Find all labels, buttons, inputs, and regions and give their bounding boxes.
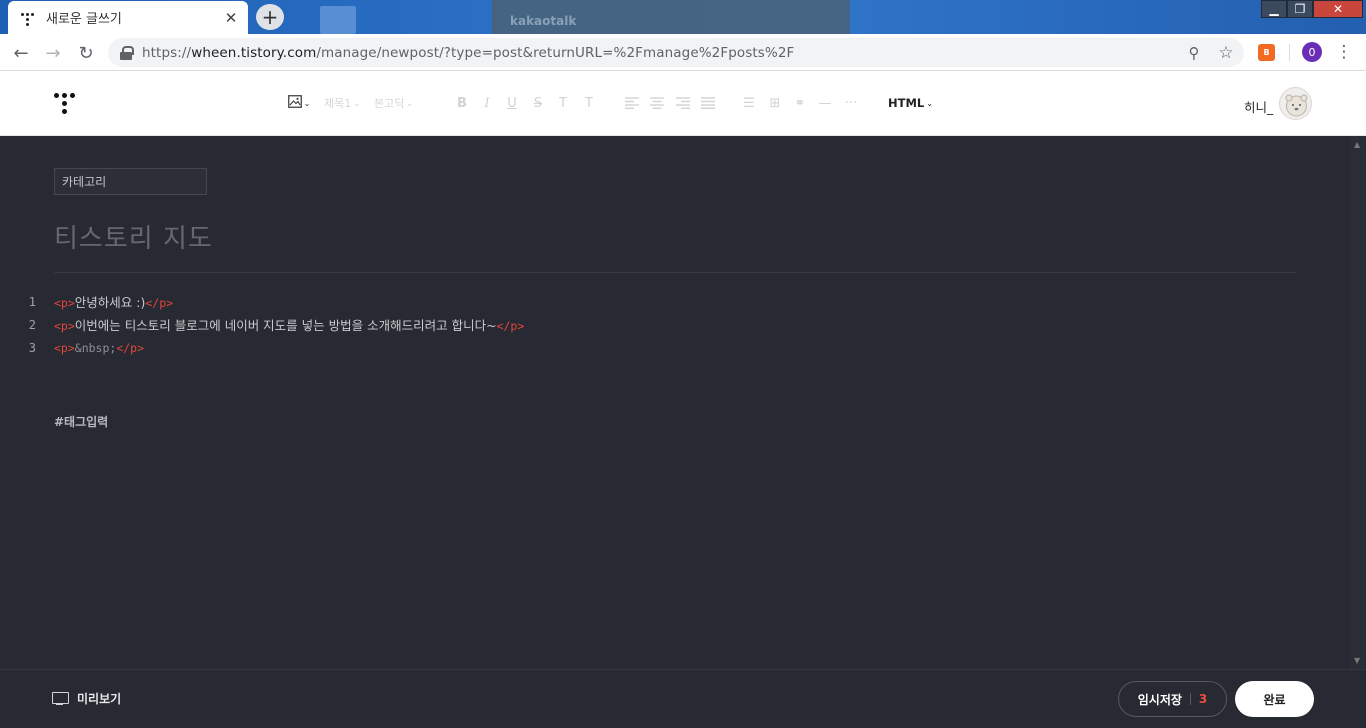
user-avatar[interactable]: [1279, 87, 1312, 120]
category-select[interactable]: 카테고리: [54, 168, 207, 195]
editor-header: ⌄ 제목1 ⌄ 본고딕 ⌄ B I U S T T ☰ ⊞ ⚭ — ··· HTML…: [0, 71, 1366, 136]
align-left-button[interactable]: [624, 92, 640, 114]
zoom-icon[interactable]: ⚲: [1183, 42, 1205, 64]
back-button[interactable]: ←: [8, 40, 34, 66]
text-color-button[interactable]: T: [556, 92, 570, 114]
code-text[interactable]: <p>이번에는 티스토리 블로그에 네이버 지도를 넣는 방법을 소개해드리려고…: [54, 315, 524, 334]
table-button[interactable]: ⊞: [767, 92, 783, 114]
window-maximize-button[interactable]: ❐: [1287, 0, 1313, 18]
save-draft-button[interactable]: 임시저장 3: [1118, 681, 1227, 717]
url-path: /manage/newpost/?type=post&returnURL=%2F…: [316, 44, 795, 61]
italic-button[interactable]: I: [480, 92, 494, 114]
scroll-up-icon[interactable]: ▲: [1354, 140, 1360, 149]
editor-scrollbar[interactable]: ▲ ▼: [1350, 136, 1366, 669]
url-host: wheen.tistory.com: [191, 44, 317, 61]
toolbar-divider: [1289, 44, 1290, 61]
align-center-icon: [650, 97, 664, 109]
profile-avatar[interactable]: 0: [1302, 42, 1322, 62]
tistory-favicon-icon: [20, 10, 36, 26]
save-draft-label: 임시저장: [1137, 692, 1182, 707]
heading-select[interactable]: 제목1 ⌄: [324, 92, 360, 114]
new-tab-button[interactable]: +: [256, 4, 284, 30]
lock-icon[interactable]: [120, 45, 134, 60]
tab-close-icon[interactable]: ✕: [220, 7, 242, 29]
html-code-editor[interactable]: 1 <p>안녕하세요 :)</p> 2 <p>이번에는 티스토리 블로그에 네이…: [0, 290, 1300, 359]
align-left-icon: [625, 97, 639, 109]
divider-button[interactable]: —: [817, 92, 833, 114]
preview-label: 미리보기: [77, 692, 122, 706]
publish-done-button[interactable]: 완료: [1235, 681, 1314, 717]
scroll-down-icon[interactable]: ▼: [1354, 656, 1360, 665]
title-divider: [54, 272, 1296, 273]
strikethrough-button[interactable]: S: [531, 92, 545, 114]
reload-button[interactable]: ↻: [73, 40, 99, 66]
align-justify-button[interactable]: [700, 92, 716, 114]
font-select[interactable]: 본고딕 ⌄: [374, 92, 413, 114]
more-options-button[interactable]: ···: [842, 92, 860, 114]
code-line[interactable]: 3 <p>&nbsp;</p>: [0, 336, 1300, 359]
bold-button[interactable]: B: [455, 92, 469, 114]
editor-mode-select[interactable]: HTML ⌄: [888, 92, 933, 114]
url-text[interactable]: https://wheen.tistory.com/manage/newpost…: [142, 45, 794, 61]
extension-icon[interactable]: B: [1258, 44, 1275, 61]
post-title-input[interactable]: 티스토리 지도: [54, 218, 213, 255]
align-right-button[interactable]: [675, 92, 691, 114]
address-bar[interactable]: https://wheen.tistory.com/manage/newpost…: [108, 38, 1244, 67]
username[interactable]: 히니_: [1244, 97, 1273, 116]
align-justify-icon: [701, 97, 715, 109]
text-background-button[interactable]: T: [582, 92, 596, 114]
preview-button[interactable]: 미리보기: [52, 690, 121, 707]
editor-footer: 미리보기 임시저장 3 완료: [0, 669, 1366, 728]
list-button[interactable]: ☰: [741, 92, 757, 114]
editor-mode-label: HTML: [888, 96, 925, 110]
line-number: 1: [28, 294, 36, 309]
window-close-button[interactable]: ✕: [1313, 0, 1363, 18]
align-right-icon: [676, 97, 690, 109]
monitor-icon: [52, 692, 69, 705]
browser-menu-icon[interactable]: ⋮: [1336, 41, 1353, 63]
code-line[interactable]: 1 <p>안녕하세요 :)</p>: [0, 290, 1300, 313]
line-number: 3: [28, 340, 36, 355]
desktop-icon: [320, 6, 356, 34]
avatar-face-icon: [1285, 94, 1308, 117]
window-minimize-button[interactable]: ▁: [1261, 0, 1287, 18]
line-number: 2: [28, 317, 36, 332]
browser-tabstrip: kakaotalk 새로운 글쓰기 ✕ + ▁ ❐ ✕: [0, 0, 1366, 34]
underline-button[interactable]: U: [505, 92, 519, 114]
forward-button[interactable]: →: [40, 40, 66, 66]
tab-title: 새로운 글쓰기: [46, 12, 122, 27]
draft-separator: [1189, 693, 1191, 705]
editor-body: 카테고리 티스토리 지도 1 <p>안녕하세요 :)</p> 2 <p>이번에는…: [0, 136, 1350, 669]
browser-toolbar: ← → ↻ https://wheen.tistory.com/manage/n…: [0, 34, 1366, 71]
link-button[interactable]: ⚭: [792, 92, 808, 114]
draft-count-badge[interactable]: 3: [1199, 692, 1207, 706]
browser-tab-active[interactable]: 새로운 글쓰기 ✕: [8, 1, 248, 34]
chevron-down-icon: ⌄: [926, 98, 933, 108]
tag-input[interactable]: #태그입력: [54, 413, 108, 430]
image-insert-button[interactable]: ⌄: [286, 92, 312, 114]
bookmark-star-icon[interactable]: ☆: [1215, 42, 1237, 64]
code-line[interactable]: 2 <p>이번에는 티스토리 블로그에 네이버 지도를 넣는 방법을 소개해드리…: [0, 313, 1300, 336]
code-text[interactable]: <p>&nbsp;</p>: [54, 340, 144, 355]
align-center-button[interactable]: [649, 92, 665, 114]
image-icon: [287, 94, 302, 112]
background-window-title: kakaotalk: [510, 14, 577, 28]
tistory-logo-icon[interactable]: [52, 91, 78, 117]
code-text[interactable]: <p>안녕하세요 :)</p>: [54, 292, 173, 311]
